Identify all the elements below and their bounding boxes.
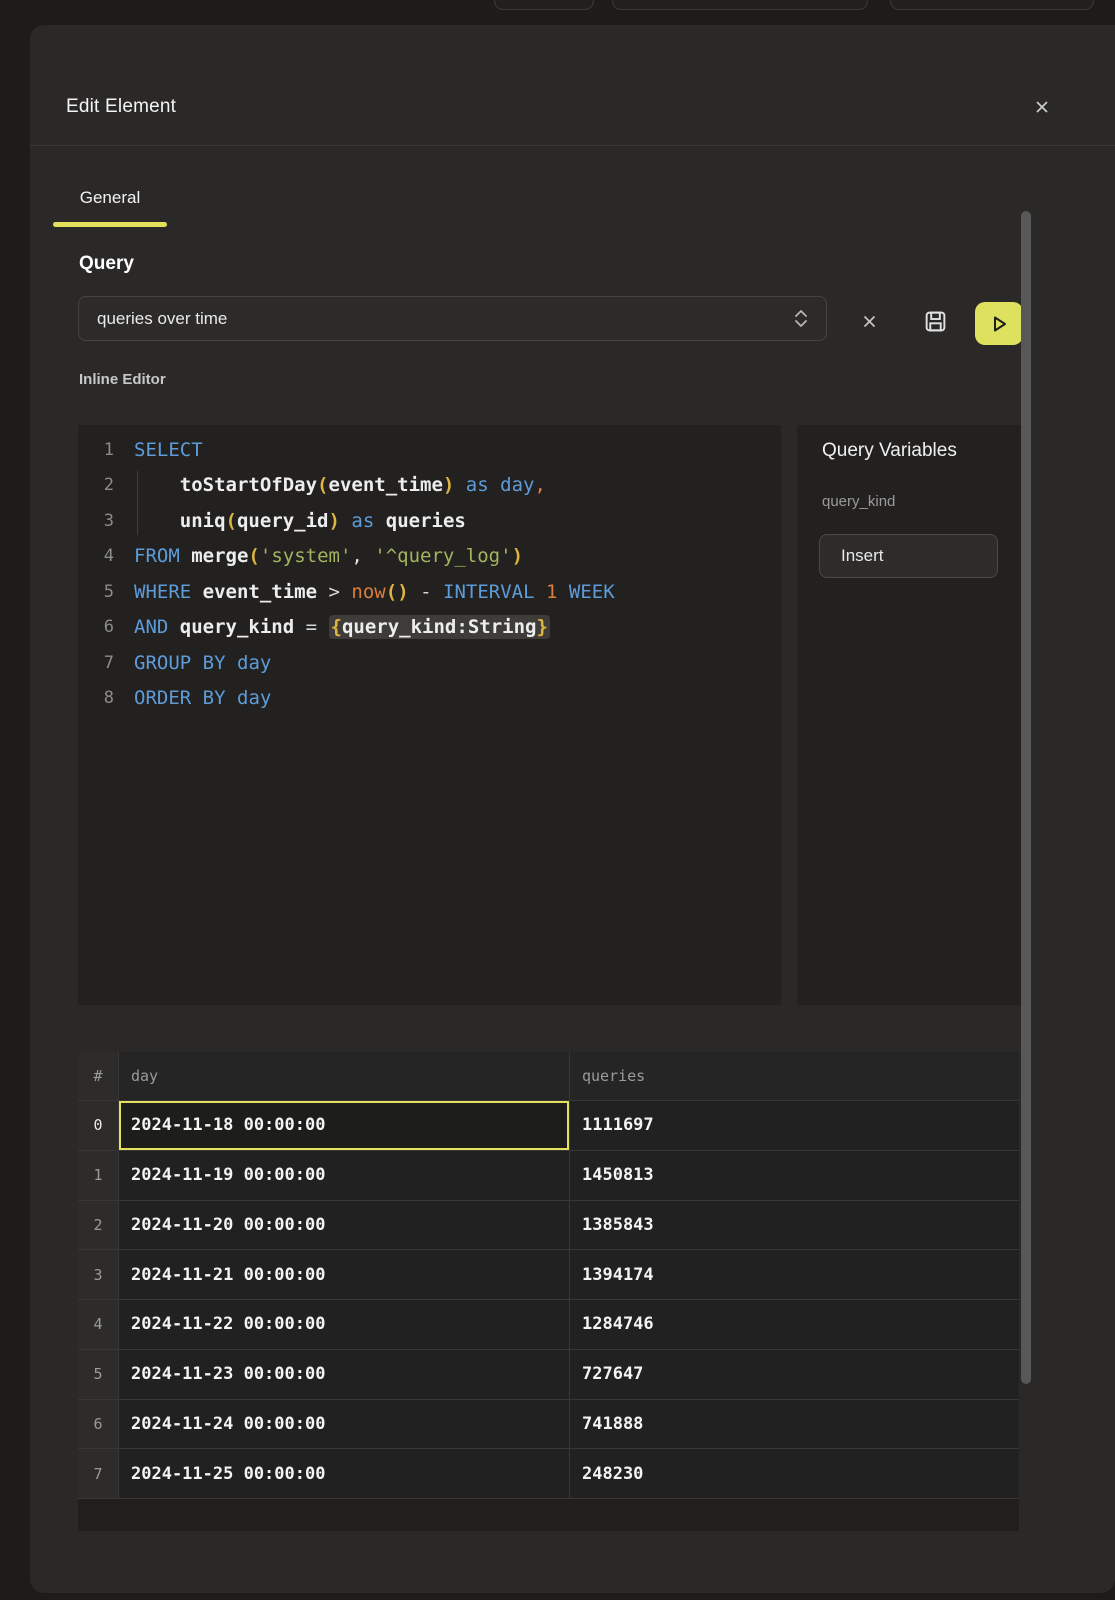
tab-general-label: General <box>53 177 167 219</box>
code-text: SELECT <box>114 439 203 461</box>
cell-queries[interactable]: 727647 <box>570 1350 1019 1399</box>
table-row: 52024-11-23 00:00:00727647 <box>78 1349 1019 1399</box>
row-index: 7 <box>78 1449 119 1498</box>
header-day: day <box>119 1052 570 1100</box>
code-line: 2 toStartOfDay(event_time) as day, <box>78 468 781 504</box>
results-table-footer <box>78 1498 1019 1531</box>
table-row: 32024-11-21 00:00:001394174 <box>78 1249 1019 1299</box>
query-select-value: queries over time <box>79 309 794 329</box>
unfold-chevron-icon <box>794 309 808 328</box>
code-line: 3 uniq(query_id) as queries <box>78 503 781 539</box>
modal-scrollbar[interactable] <box>1021 211 1031 1384</box>
row-index: 2 <box>78 1201 119 1250</box>
save-icon <box>923 309 948 334</box>
table-row: 12024-11-19 00:00:001450813 <box>78 1150 1019 1200</box>
code-line: 8ORDER BY day <box>78 681 781 717</box>
edit-element-modal: Edit Element General Query queries over … <box>30 25 1115 1593</box>
results-table-header: # day queries <box>78 1052 1019 1100</box>
cell-day[interactable]: 2024-11-20 00:00:00 <box>119 1201 570 1250</box>
cell-day[interactable]: 2024-11-22 00:00:00 <box>119 1300 570 1349</box>
code-line: 1SELECT <box>78 432 781 468</box>
modal-title: Edit Element <box>66 96 176 118</box>
run-query-button[interactable] <box>975 302 1023 345</box>
header-divider <box>30 145 1115 146</box>
row-index: 1 <box>78 1151 119 1200</box>
row-index: 3 <box>78 1250 119 1299</box>
header-queries: queries <box>570 1052 1019 1100</box>
cell-day[interactable]: 2024-11-23 00:00:00 <box>119 1350 570 1399</box>
cell-queries[interactable]: 741888 <box>570 1400 1019 1449</box>
code-text: AND query_kind = {query_kind:String} <box>114 616 550 638</box>
background-button-2[interactable] <box>612 0 868 10</box>
table-row: 62024-11-24 00:00:00741888 <box>78 1399 1019 1449</box>
play-icon <box>988 313 1010 335</box>
clear-query-button[interactable] <box>853 305 885 337</box>
code-line: 6AND query_kind = {query_kind:String} <box>78 610 781 646</box>
insert-variable-button[interactable]: Insert <box>819 534 998 578</box>
cell-queries[interactable]: 1385843 <box>570 1201 1019 1250</box>
table-row: 02024-11-18 00:00:001111697 <box>78 1100 1019 1150</box>
code-text: GROUP BY day <box>114 652 271 674</box>
code-text: FROM merge('system', '^query_log') <box>114 545 523 567</box>
row-index: 6 <box>78 1400 119 1449</box>
header-index: # <box>78 1052 119 1100</box>
clear-icon <box>861 313 878 330</box>
sql-editor[interactable]: 1SELECT2 toStartOfDay(event_time) as day… <box>78 425 781 1005</box>
background-button-1[interactable] <box>494 0 594 10</box>
line-number: 7 <box>78 653 114 673</box>
query-variables-panel: Query Variables query_kind Insert <box>797 425 1022 1005</box>
inline-editor-label: Inline Editor <box>79 371 166 388</box>
line-number: 2 <box>78 475 114 495</box>
row-index: 5 <box>78 1350 119 1399</box>
query-select[interactable]: queries over time <box>78 296 827 341</box>
tab-active-underline <box>53 222 167 227</box>
code-text: toStartOfDay(event_time) as day, <box>114 474 546 496</box>
code-text: uniq(query_id) as queries <box>114 510 466 532</box>
line-number: 8 <box>78 688 114 708</box>
code-line: 5WHERE event_time > now() - INTERVAL 1 W… <box>78 574 781 610</box>
line-number: 6 <box>78 617 114 637</box>
cell-queries[interactable]: 1394174 <box>570 1250 1019 1299</box>
save-query-button[interactable] <box>917 303 953 339</box>
cell-queries[interactable]: 1111697 <box>570 1101 1019 1150</box>
code-text: WHERE event_time > now() - INTERVAL 1 WE… <box>114 581 615 603</box>
row-index: 0 <box>78 1101 119 1150</box>
code-line: 4FROM merge('system', '^query_log') <box>78 539 781 575</box>
line-number: 1 <box>78 440 114 460</box>
query-variables-title: Query Variables <box>822 440 957 462</box>
variable-name-label: query_kind <box>822 493 895 510</box>
table-row: 42024-11-22 00:00:001284746 <box>78 1299 1019 1349</box>
screen: Edit Element General Query queries over … <box>0 0 1115 1600</box>
cell-day-selected[interactable]: 2024-11-18 00:00:00 <box>119 1101 570 1150</box>
background-button-3[interactable] <box>890 0 1094 10</box>
indent-guide <box>137 471 138 535</box>
tab-general[interactable]: General <box>53 177 167 227</box>
results-table-body: 02024-11-18 00:00:00111169712024-11-19 0… <box>78 1100 1019 1498</box>
cell-queries[interactable]: 1450813 <box>570 1151 1019 1200</box>
code-line: 7GROUP BY day <box>78 645 781 681</box>
table-row: 22024-11-20 00:00:001385843 <box>78 1200 1019 1250</box>
close-button[interactable] <box>1026 91 1058 123</box>
results-table: # day queries 02024-11-18 00:00:00111169… <box>78 1052 1019 1531</box>
line-number: 4 <box>78 546 114 566</box>
cell-day[interactable]: 2024-11-21 00:00:00 <box>119 1250 570 1299</box>
cell-day[interactable]: 2024-11-24 00:00:00 <box>119 1400 570 1449</box>
cell-queries[interactable]: 1284746 <box>570 1300 1019 1349</box>
cell-day[interactable]: 2024-11-19 00:00:00 <box>119 1151 570 1200</box>
query-parameter-chip: {query_kind:String} <box>329 615 550 639</box>
query-section-heading: Query <box>79 253 134 275</box>
row-index: 4 <box>78 1300 119 1349</box>
line-number: 3 <box>78 511 114 531</box>
cell-queries[interactable]: 248230 <box>570 1449 1019 1498</box>
close-icon <box>1034 99 1050 115</box>
code-text: ORDER BY day <box>114 687 271 709</box>
line-number: 5 <box>78 582 114 602</box>
code-lines: 1SELECT2 toStartOfDay(event_time) as day… <box>78 432 781 716</box>
table-row: 72024-11-25 00:00:00248230 <box>78 1448 1019 1498</box>
cell-day[interactable]: 2024-11-25 00:00:00 <box>119 1449 570 1498</box>
